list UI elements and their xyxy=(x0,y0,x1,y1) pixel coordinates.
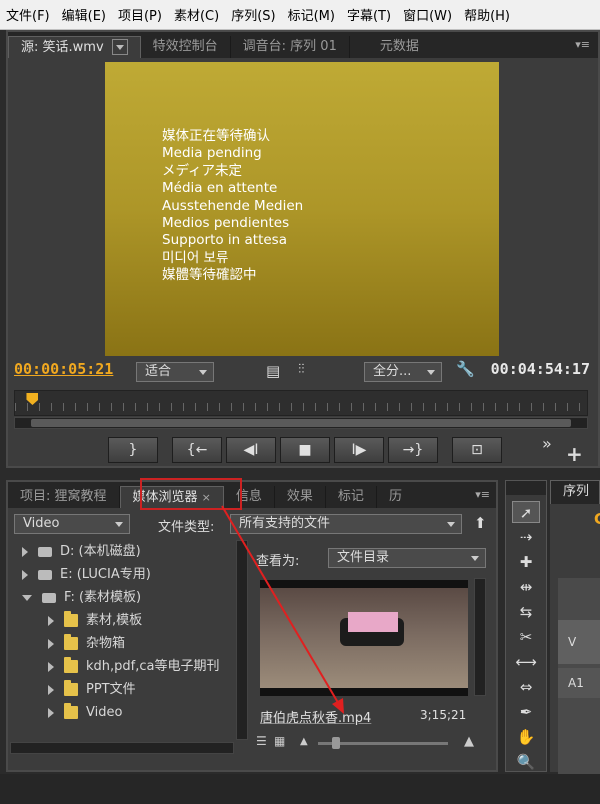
annotation-arrow-line xyxy=(221,505,341,707)
annotation-arrow xyxy=(221,505,344,714)
annotation-arrow-head xyxy=(332,698,344,714)
